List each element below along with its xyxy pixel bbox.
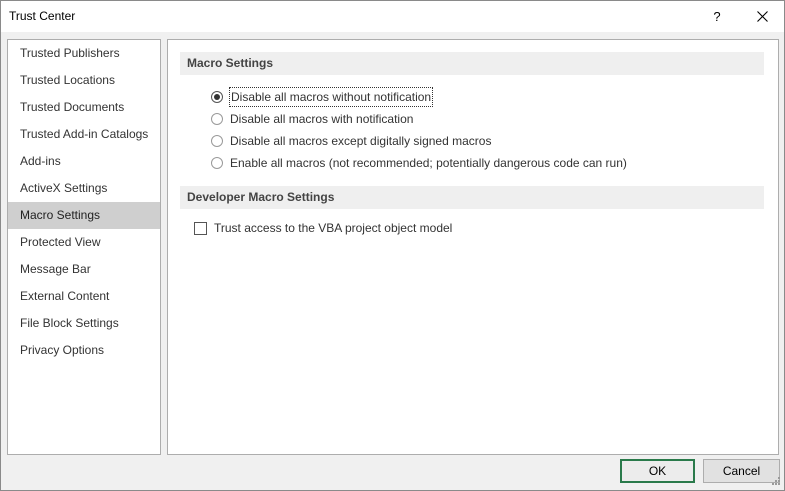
macro-option-enable-all[interactable]: Enable all macros (not recommended; pote… [211,154,627,172]
macro-option-disable-with-notification[interactable]: Disable all macros with notification [211,110,413,128]
resize-grip-icon[interactable] [769,476,781,488]
radio-button-selected[interactable] [211,91,223,103]
macro-option-label: Enable all macros (not recommended; pote… [230,156,627,170]
settings-panel: Macro Settings Disable all macros withou… [167,39,779,455]
trust-center-dialog: Trust Center ? Trusted Publishers Truste… [0,0,785,491]
close-icon [757,11,768,22]
sidebar-item-label: Trusted Add-in Catalogs [20,127,149,141]
sidebar-item-trusted-documents[interactable]: Trusted Documents [8,94,160,121]
radio-button[interactable] [211,157,223,169]
macro-option-label: Disable all macros except digitally sign… [230,134,492,148]
sidebar-item-label: ActiveX Settings [20,181,108,195]
macro-settings-header: Macro Settings [180,52,764,75]
sidebar-item-label: Trusted Locations [20,73,115,87]
vba-access-checkbox[interactable] [194,221,207,235]
sidebar-item-trusted-locations[interactable]: Trusted Locations [8,67,160,94]
macro-option-label: Disable all macros without notification [228,87,434,107]
help-button[interactable]: ? [698,1,736,32]
sidebar-item-label: Message Bar [20,262,91,276]
developer-macro-settings-header: Developer Macro Settings [180,186,764,209]
vba-access-option[interactable]: Trust access to the VBA project object m… [194,219,452,237]
close-button[interactable] [743,1,783,32]
sidebar-item-file-block-settings[interactable]: File Block Settings [8,310,160,337]
sidebar-item-activex-settings[interactable]: ActiveX Settings [8,175,160,202]
vba-access-label: Trust access to the VBA project object m… [214,221,453,235]
sidebar-item-external-content[interactable]: External Content [8,283,160,310]
sidebar-item-trusted-publishers[interactable]: Trusted Publishers [8,40,160,67]
sidebar-item-label: Macro Settings [20,208,101,222]
sidebar-item-macro-settings[interactable]: Macro Settings [8,202,160,229]
macro-option-disable-except-signed[interactable]: Disable all macros except digitally sign… [211,132,491,150]
sidebar-item-label: Trusted Documents [20,100,125,114]
ok-button[interactable]: OK [620,459,695,483]
sidebar-item-label: External Content [20,289,110,303]
sidebar-item-label: Trusted Publishers [20,46,120,60]
macro-option-disable-no-notification[interactable]: Disable all macros without notification [211,87,434,107]
sidebar-item-label: Privacy Options [20,343,105,357]
dialog-title: Trust Center [9,9,76,23]
sidebar-item-message-bar[interactable]: Message Bar [8,256,160,283]
radio-button[interactable] [211,135,223,147]
title-bar: Trust Center ? [1,1,784,32]
macro-option-label: Disable all macros with notification [230,112,414,126]
sidebar-item-addins[interactable]: Add-ins [8,148,160,175]
sidebar-item-label: File Block Settings [20,316,119,330]
sidebar-item-privacy-options[interactable]: Privacy Options [8,337,160,364]
sidebar-item-label: Add-ins [20,154,61,168]
sidebar-item-trusted-addin-catalogs[interactable]: Trusted Add-in Catalogs [8,121,160,148]
sidebar-item-label: Protected View [20,235,101,249]
radio-button[interactable] [211,113,223,125]
category-list: Trusted Publishers Trusted Locations Tru… [7,39,161,455]
sidebar-item-protected-view[interactable]: Protected View [8,229,160,256]
